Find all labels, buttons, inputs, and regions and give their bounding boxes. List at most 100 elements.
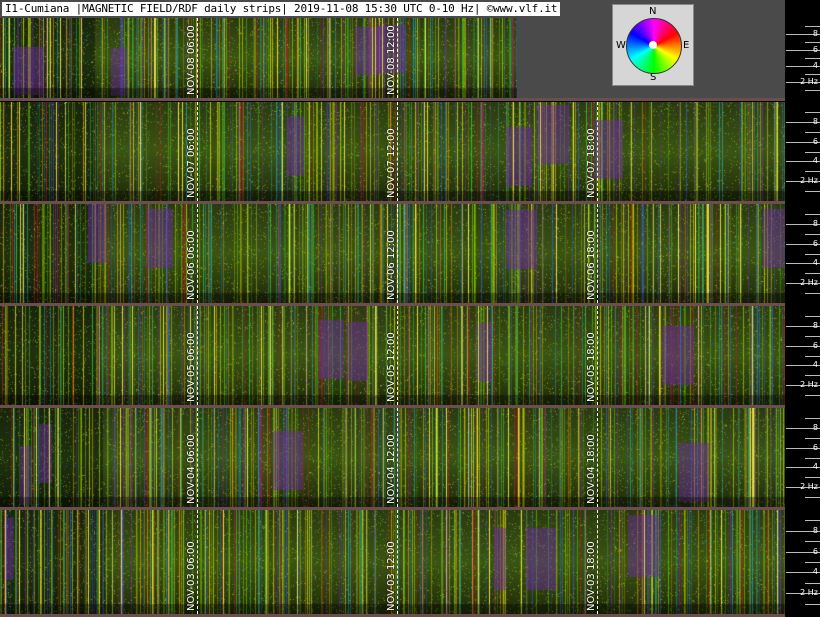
scale-tick bbox=[805, 356, 820, 357]
time-marker-line bbox=[597, 204, 598, 303]
scale-tick bbox=[805, 520, 820, 521]
scale-tick bbox=[805, 112, 820, 113]
scale-tick-label: 8 bbox=[812, 526, 818, 535]
frequency-scale: 8 6 4 2 Hz bbox=[785, 102, 820, 201]
scale-tick bbox=[805, 58, 820, 59]
scale-tick-label: 4 bbox=[812, 258, 818, 267]
scale-tick bbox=[805, 336, 820, 337]
scale-tick bbox=[805, 234, 820, 235]
scale-tick-label: 8 bbox=[812, 321, 818, 330]
scale-tick-label: 8 bbox=[812, 219, 818, 228]
time-marker-label: NOV-08 12:00 bbox=[386, 25, 397, 95]
strip-separator bbox=[0, 98, 785, 101]
time-marker-line bbox=[197, 102, 198, 201]
scale-tick bbox=[805, 74, 820, 75]
scale-tick bbox=[805, 604, 820, 605]
time-marker-label: NOV-05 12:00 bbox=[386, 332, 397, 402]
scale-tick bbox=[805, 418, 820, 419]
time-marker-line bbox=[197, 18, 198, 98]
time-marker-line bbox=[197, 306, 198, 405]
scale-tick bbox=[805, 458, 820, 459]
compass-south-label: S bbox=[650, 72, 657, 83]
time-marker-line bbox=[197, 408, 198, 507]
scale-tick bbox=[805, 26, 820, 27]
time-marker-line bbox=[397, 102, 398, 201]
scale-tick bbox=[805, 132, 820, 133]
scale-tick bbox=[805, 171, 820, 172]
scale-tick bbox=[805, 214, 820, 215]
time-marker-line bbox=[197, 204, 198, 303]
scale-tick bbox=[805, 254, 820, 255]
scale-tick-label: 2 Hz bbox=[800, 278, 818, 287]
scale-tick bbox=[805, 497, 820, 498]
time-marker-label: NOV-07 06:00 bbox=[186, 128, 197, 198]
scale-tick-label: 6 bbox=[812, 547, 818, 556]
scale-tick-label: 4 bbox=[812, 462, 818, 471]
time-marker-label: NOV-04 06:00 bbox=[186, 434, 197, 504]
scale-tick-label: 4 bbox=[812, 156, 818, 165]
frequency-scale: 8 6 4 2 Hz bbox=[785, 204, 820, 303]
time-marker-label: NOV-03 18:00 bbox=[586, 541, 597, 611]
time-marker-label: NOV-06 06:00 bbox=[186, 230, 197, 300]
compass-east-label: E bbox=[683, 40, 690, 51]
scale-tick bbox=[805, 191, 820, 192]
time-marker-line bbox=[597, 102, 598, 201]
scale-tick-label: 6 bbox=[812, 45, 818, 54]
time-marker-line bbox=[397, 510, 398, 614]
scale-tick-label: 2 Hz bbox=[800, 482, 818, 491]
time-marker-label: NOV-06 12:00 bbox=[386, 230, 397, 300]
compass-rose-icon: N S E W bbox=[612, 4, 694, 86]
time-marker-line bbox=[397, 306, 398, 405]
time-marker-line bbox=[397, 18, 398, 98]
scale-tick-label: 6 bbox=[812, 341, 818, 350]
time-marker-label: NOV-06 18:00 bbox=[586, 230, 597, 300]
scale-tick bbox=[805, 438, 820, 439]
scale-tick bbox=[805, 42, 820, 43]
scale-tick-label: 2 Hz bbox=[800, 380, 818, 389]
scale-tick bbox=[805, 395, 820, 396]
scale-tick bbox=[805, 152, 820, 153]
page-title: I1-Cumiana |MAGNETIC FIELD/RDF daily str… bbox=[2, 2, 561, 16]
scale-tick-label: 2 Hz bbox=[800, 176, 818, 185]
compass-center bbox=[649, 41, 657, 49]
time-marker-label: NOV-03 12:00 bbox=[386, 541, 397, 611]
spectrogram-strip-nov-05: NOV-05 06:00 NOV-05 12:00 NOV-05 18:00 bbox=[0, 306, 785, 405]
spectrogram-image bbox=[0, 18, 517, 98]
time-marker-label: NOV-04 12:00 bbox=[386, 434, 397, 504]
spectrogram-display: I1-Cumiana |MAGNETIC FIELD/RDF daily str… bbox=[0, 0, 820, 617]
time-marker-line bbox=[597, 408, 598, 507]
scale-tick-label: 2 Hz bbox=[800, 77, 818, 86]
frequency-scale: 8 6 4 2 Hz bbox=[785, 306, 820, 405]
spectrogram-strip-nov-06: NOV-06 06:00 NOV-06 12:00 NOV-06 18:00 bbox=[0, 204, 785, 303]
time-marker-line bbox=[197, 510, 198, 614]
scale-tick bbox=[805, 316, 820, 317]
spectrogram-strip-nov-04: NOV-04 06:00 NOV-04 12:00 NOV-04 18:00 bbox=[0, 408, 785, 507]
frequency-scale: 8 6 4 2 Hz bbox=[785, 408, 820, 507]
frequency-scale: 8 6 4 2 Hz bbox=[785, 510, 820, 614]
time-marker-label: NOV-08 06:00 bbox=[186, 25, 197, 95]
time-marker-label: NOV-05 06:00 bbox=[186, 332, 197, 402]
scale-tick-label: 2 Hz bbox=[800, 588, 818, 597]
time-marker-label: NOV-05 18:00 bbox=[586, 332, 597, 402]
scale-tick-label: 8 bbox=[812, 29, 818, 38]
scale-tick-label: 8 bbox=[812, 117, 818, 126]
time-marker-label: NOV-03 06:00 bbox=[186, 541, 197, 611]
scale-tick bbox=[805, 562, 820, 563]
time-marker-line bbox=[597, 510, 598, 614]
spectrogram-strip-nov-07: NOV-07 06:00 NOV-07 12:00 NOV-07 18:00 bbox=[0, 102, 785, 201]
frequency-scale: 8 6 4 2 Hz bbox=[785, 18, 820, 98]
scale-tick-label: 4 bbox=[812, 360, 818, 369]
time-marker-line bbox=[597, 306, 598, 405]
scale-tick-label: 6 bbox=[812, 137, 818, 146]
scale-tick bbox=[805, 583, 820, 584]
time-marker-label: NOV-07 12:00 bbox=[386, 128, 397, 198]
compass-north-label: N bbox=[649, 6, 657, 17]
scale-tick-label: 6 bbox=[812, 443, 818, 452]
time-marker-label: NOV-04 18:00 bbox=[586, 434, 597, 504]
scale-tick-label: 4 bbox=[812, 61, 818, 70]
time-marker-label: NOV-07 18:00 bbox=[586, 128, 597, 198]
scale-tick-label: 6 bbox=[812, 239, 818, 248]
spectrogram-strip-nov-03: NOV-03 06:00 NOV-03 12:00 NOV-03 18:00 bbox=[0, 510, 785, 614]
scale-tick bbox=[805, 273, 820, 274]
scale-tick bbox=[805, 293, 820, 294]
